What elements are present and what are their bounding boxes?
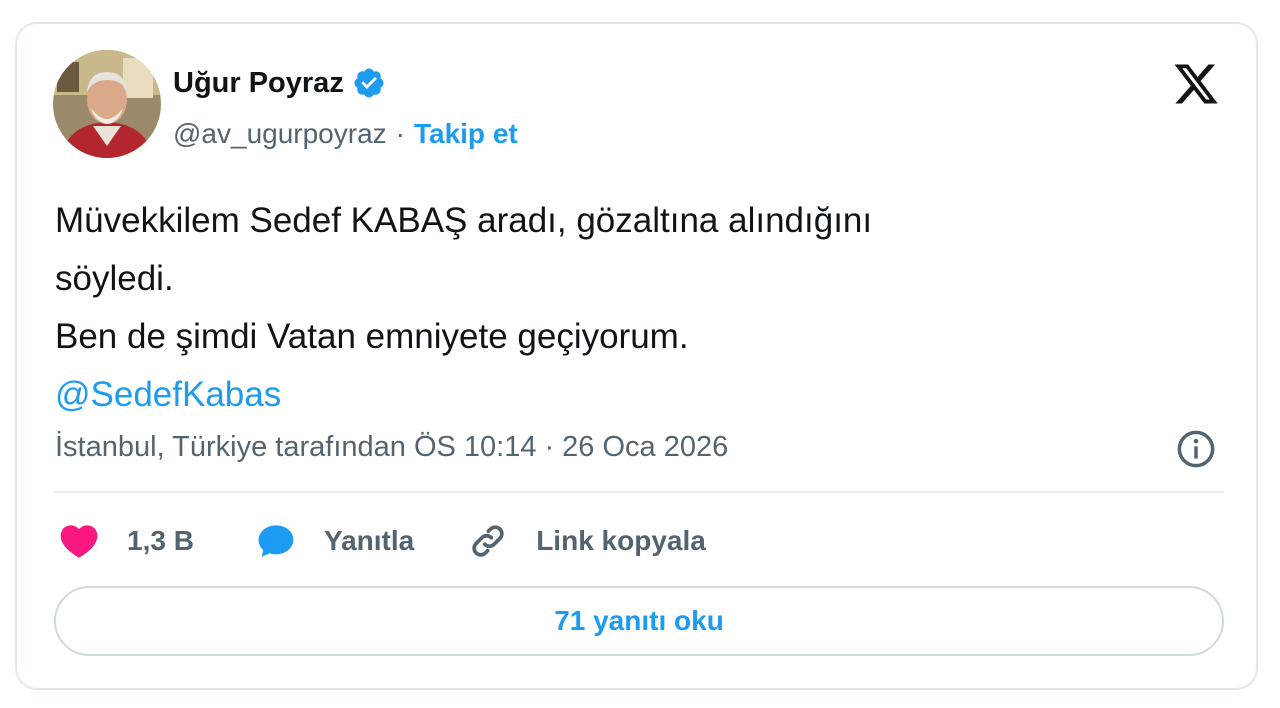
x-logo-icon[interactable] xyxy=(1170,60,1222,108)
tweet-text-line: söyledi. xyxy=(55,259,174,298)
read-replies-button[interactable]: 71 yanıtı oku xyxy=(54,586,1224,656)
like-button[interactable]: 1,3 B xyxy=(57,519,194,563)
copy-link-button[interactable]: Link kopyala xyxy=(466,519,706,563)
heart-icon xyxy=(57,519,101,563)
tweet-text-line: Müvekkilem Sedef KABAŞ aradı, gözaltına … xyxy=(55,201,873,240)
follow-button[interactable]: Takip et xyxy=(414,118,518,150)
mention-link[interactable]: @SedefKabas xyxy=(55,366,1205,424)
avatar-image xyxy=(53,50,161,158)
tweet-card: Uğur Poyraz @av_ugurpoyraz · Takip et Mü… xyxy=(15,22,1258,690)
action-bar: 1,3 B Yanıtla Link kopyala xyxy=(57,518,706,564)
tweet-location: İstanbul, Türkiye tarafından xyxy=(55,430,406,463)
author-handle-row: @av_ugurpoyraz · Takip et xyxy=(173,114,518,154)
copy-link-label: Link kopyala xyxy=(536,525,706,556)
speech-bubble-icon xyxy=(254,519,298,563)
tweet-date[interactable]: 26 Oca 2026 xyxy=(562,431,728,464)
link-icon xyxy=(466,519,510,563)
info-icon[interactable] xyxy=(1175,428,1217,470)
like-count: 1,3 B xyxy=(127,525,194,556)
author-handle[interactable]: @av_ugurpoyraz xyxy=(173,118,387,150)
author-name[interactable]: Uğur Poyraz xyxy=(173,62,344,104)
tweet-text: Müvekkilem Sedef KABAŞ aradı, gözaltına … xyxy=(55,192,1205,424)
divider xyxy=(54,491,1224,493)
tweet-text-line: Ben de şimdi Vatan emniyete geçiyorum. xyxy=(55,317,689,356)
author-name-row: Uğur Poyraz xyxy=(173,62,386,104)
reply-label: Yanıtla xyxy=(323,525,415,556)
tweet-meta: İstanbul, Türkiye tarafından ÖS 10:14 · … xyxy=(55,424,728,470)
reply-button[interactable]: Yanıtla xyxy=(254,519,414,563)
handle-separator: · xyxy=(395,118,405,149)
avatar[interactable] xyxy=(53,50,161,158)
verified-badge-icon xyxy=(352,66,386,100)
meta-separator: · xyxy=(544,430,555,463)
tweet-time[interactable]: ÖS 10:14 xyxy=(414,431,537,464)
